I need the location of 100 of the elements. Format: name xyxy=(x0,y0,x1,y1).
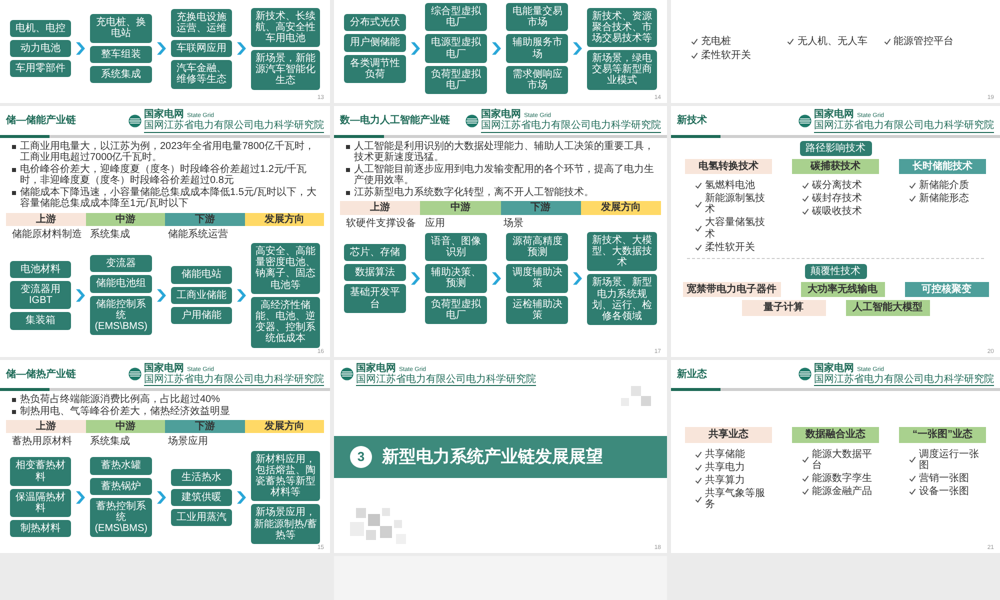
category-tag: 碳捕获技术 xyxy=(792,158,879,174)
logo-subtitle: 国网江苏省电力有限公司电力科学研究院 xyxy=(144,120,324,132)
chain-node: 整车组装 xyxy=(90,46,152,63)
check-item: 能源金融产品 xyxy=(812,486,872,498)
chain-node: 充电桩、换电站 xyxy=(90,14,152,43)
chevron-icon xyxy=(76,288,86,302)
chain-node: 辅助决策、预测 xyxy=(425,264,488,293)
chevron-icon xyxy=(237,42,246,56)
chain-node: 数据算法 xyxy=(344,264,406,282)
check-icon xyxy=(787,38,794,46)
check-item: 无人机、无人车 xyxy=(797,36,868,48)
chain-node: 源荷高精度预测 xyxy=(506,232,568,262)
check-item: 能源管控平台 xyxy=(894,36,954,48)
slide-title: 新业态 xyxy=(677,368,707,380)
logo-icon xyxy=(798,367,812,382)
stage-header: 上游 xyxy=(340,201,420,215)
logo-subtitle: 国网江苏省电力有限公司电力科学研究院 xyxy=(144,374,324,386)
stage-label: 储能原材料制造 xyxy=(12,228,83,240)
stage-header: 中游 xyxy=(420,201,500,215)
logo-subtitle: 国网江苏省电力有限公司电力科学研究院 xyxy=(481,120,661,132)
logo-subtitle: 国网江苏省电力有限公司电力科学研究院 xyxy=(814,374,994,386)
stage-header: 下游 xyxy=(165,420,244,434)
check-item: 新储能形态 xyxy=(919,193,969,204)
chain-node: 蓄热控制系统(EMS\BMS) xyxy=(90,498,152,538)
section-number: 3 xyxy=(350,446,372,468)
check-icon xyxy=(695,182,702,189)
chain-node: 制热材料 xyxy=(10,520,72,538)
category-tag: 人工智能大模型 xyxy=(846,300,930,316)
chain-node: 建筑供暖 xyxy=(170,488,232,506)
logo-name: 国家电网 xyxy=(144,109,184,120)
stage-label: 软硬件支撑设备 xyxy=(346,218,417,229)
logo-name: 国家电网 xyxy=(481,109,521,120)
check-item: 共享气象等服务 xyxy=(705,488,766,510)
chain-node: 新场景，绿电交易等新型商业模式 xyxy=(587,50,657,90)
check-icon xyxy=(695,200,702,208)
chevron-icon xyxy=(411,42,420,56)
check-icon xyxy=(909,456,916,464)
chain-node: 相变蓄热材料 xyxy=(10,457,72,486)
slide-thumbnail[interactable] xyxy=(334,106,667,356)
stage-label: 系统集成 xyxy=(90,436,131,448)
chain-node: 电池材料 xyxy=(10,260,72,278)
check-icon xyxy=(695,244,702,251)
chain-node: 分布式光伏 xyxy=(344,14,406,32)
chain-node: 蓄热锅炉 xyxy=(90,478,152,495)
squares-drawing xyxy=(621,386,651,406)
chain-node: 负荷型虚拟电厂 xyxy=(425,66,488,94)
bullet-text: 人工智能是利用识别的大数据处理能力、辅助人工决策的重要工具，技术更新速度迅猛。 xyxy=(354,140,655,163)
check-icon xyxy=(695,225,702,232)
check-item: 柔性软开关 xyxy=(701,50,751,61)
logo-name: 国家电网 xyxy=(814,109,854,120)
logo-icon xyxy=(128,114,142,128)
logo-icon xyxy=(128,367,142,382)
chevron-icon xyxy=(492,42,502,56)
check-item: 新能源制氢技术 xyxy=(705,193,766,216)
chain-node: 高经济性储能、电池、逆变器、控制系统低成本 xyxy=(251,296,320,348)
logo-subtitle: 国网江苏省电力有限公司电力科学研究院 xyxy=(814,120,994,132)
category-tag: 可控核聚变 xyxy=(904,282,988,298)
stage-label: 场景应用 xyxy=(168,436,209,448)
category-tag: 数据融合业态 xyxy=(792,427,879,443)
stage-label: 储能系统运营 xyxy=(168,228,229,240)
check-item: 能源大数据平台 xyxy=(812,448,873,471)
chain-node: 语音、图像识别 xyxy=(425,232,488,262)
slide-thumbnail[interactable] xyxy=(0,106,330,356)
bullet-icon xyxy=(12,144,16,148)
chevron-icon xyxy=(76,42,86,56)
bullet-text: 制热用电、气等峰谷价差大，储热经济效益明显 xyxy=(20,406,230,418)
chain-node: 生活热水 xyxy=(170,468,232,486)
chain-node: 负荷型虚拟电厂 xyxy=(425,296,488,324)
bullet-icon xyxy=(12,191,16,196)
chain-node: 新技术、大模型、大数据技术 xyxy=(587,232,657,272)
category-tag: 宽禁带电力电子器件 xyxy=(682,282,780,298)
check-icon xyxy=(695,496,702,503)
check-item: 碳分离技术 xyxy=(812,180,862,192)
chain-node: 变流器用IGBT xyxy=(10,281,72,310)
check-item: 调度运行一张图 xyxy=(919,448,980,471)
stage-header: 中游 xyxy=(86,212,165,226)
chain-node: 系统集成 xyxy=(90,66,152,83)
chain-node: 新材料应用，包括熔盐、陶瓷蓄热等新型材料等 xyxy=(251,450,320,502)
bullet-text: 江苏新型电力系统数字化转型，离不开人工智能技术。 xyxy=(354,187,594,198)
chain-node: 充换电设施运营、运维 xyxy=(170,8,232,37)
chevron-icon xyxy=(573,42,582,56)
logo-name: 国家电网 xyxy=(814,362,854,374)
bullet-icon xyxy=(12,410,16,414)
bullet-text: 电价峰谷价差大，迎峰度夏（度冬）时段峰谷价差超过1.2元/千瓦时，非迎峰度夏（度冬）时段峰谷价差超过0.8元 xyxy=(20,164,308,186)
check-item: 新储能介质 xyxy=(919,180,969,192)
slide-thumbnail[interactable] xyxy=(0,360,330,553)
chevron-icon xyxy=(156,42,166,56)
chevron-icon xyxy=(237,288,246,302)
check-item: 能源数字孪生 xyxy=(812,472,872,484)
chain-node: 新场景、新型电力系统规划、运行、检修各领域 xyxy=(587,274,657,326)
chain-node: 用户侧储能 xyxy=(344,34,406,52)
bullet-icon xyxy=(12,398,16,402)
chain-node: 车联网应用 xyxy=(170,40,232,58)
chain-node: 新技术、资源聚合技术、市场交易技术等 xyxy=(587,8,657,48)
bullet-text: 工商业用电量大，以江苏为例，2023年全省用电量7800亿千瓦时，工商业用电超过7000亿千瓦时。 xyxy=(20,140,316,163)
stage-header: 中游 xyxy=(86,420,165,434)
chevron-icon xyxy=(76,490,86,504)
logo-name: 国家电网 xyxy=(356,362,396,374)
chain-node: 各类调节性负荷 xyxy=(344,54,406,83)
chain-node: 户用储能 xyxy=(170,306,232,324)
